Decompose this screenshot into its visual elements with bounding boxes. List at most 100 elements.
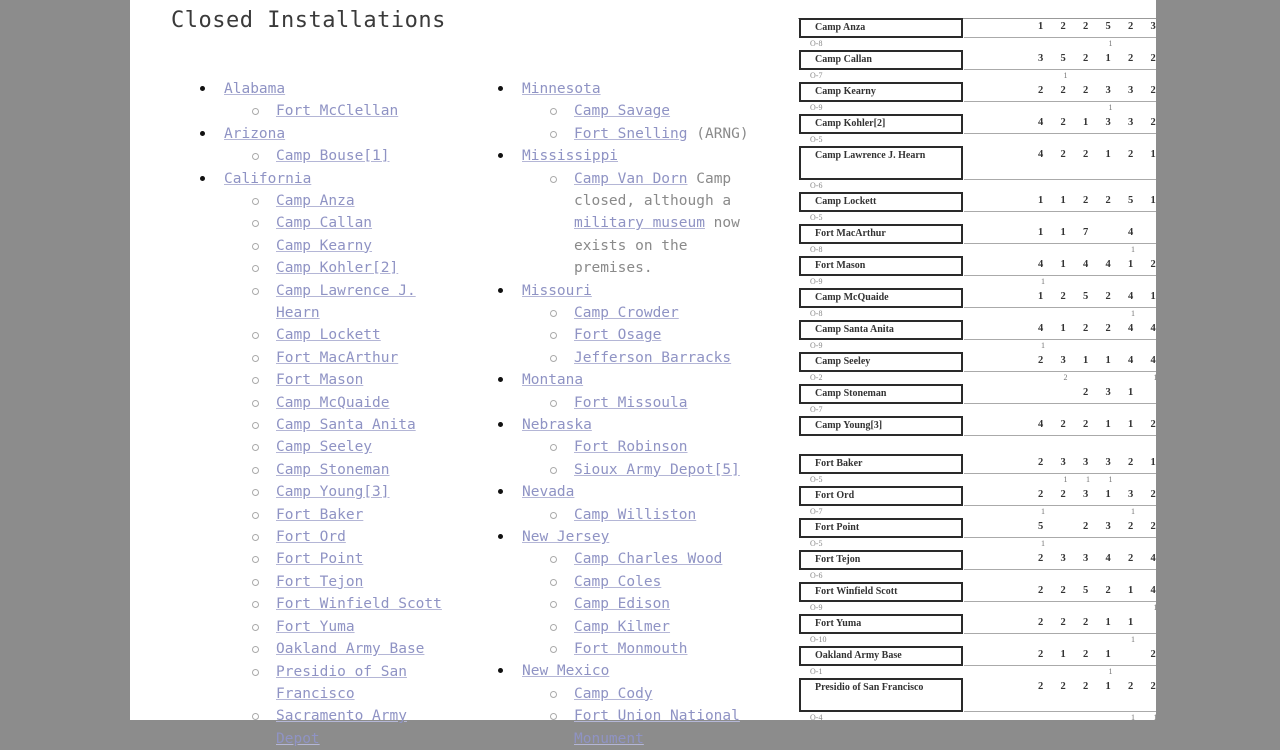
site-list: Camp Cody Fort Union National Monument [522,683,763,750]
site-link[interactable]: Fort Osage [574,327,661,343]
site-link[interactable]: Camp Williston [574,507,696,523]
scan-row-code: O-4 [810,713,823,720]
site-link[interactable]: Oakland Army Base [276,641,424,657]
scan-row-rule [964,601,1156,602]
site-link[interactable]: Jefferson Barracks [574,350,731,366]
site-link[interactable]: Fort Baker [276,507,363,523]
site-link[interactable]: Camp Lockett [276,327,381,343]
museum-link[interactable]: military museum [574,215,705,231]
site-item: Camp Van Dorn Camp closed, although a mi… [550,168,763,280]
state-link[interactable]: New Jersey [522,529,609,545]
scan-row-label: Camp Anza [799,18,963,38]
scan-value: 3 [1038,53,1044,64]
scan-value: 2 [1060,149,1066,160]
site-link[interactable]: Fort Ord [276,529,346,545]
scan-row-rule [964,101,1156,102]
site-link[interactable]: Sacramento Army Depot [276,708,407,746]
state-link[interactable]: Minnesota [522,81,601,97]
site-link[interactable]: Fort Union National Monument [574,708,740,746]
state-link[interactable]: New Mexico [522,663,609,679]
site-list: Camp Charles Wood Camp Coles Camp Edison Ca… [522,548,763,660]
site-link[interactable]: Fort Mason [276,372,363,388]
site-link[interactable]: Camp Charles Wood [574,551,722,567]
site-link[interactable]: Camp Crowder [574,305,679,321]
state-link[interactable]: California [224,171,311,187]
scan-row-label: Camp Callan [799,50,963,70]
site-link[interactable]: Camp Callan [276,215,372,231]
site-item: Oakland Army Base [252,638,446,660]
scan-row-label: Fort Yuma [799,614,963,634]
site-link[interactable]: Camp Kohler[2] [276,260,398,276]
site-link[interactable]: Camp Cody [574,686,653,702]
scan-value: 2 [1083,53,1089,64]
scan-row-label: Camp Stoneman [799,384,963,404]
scan-row-label: Camp Seeley [799,352,963,372]
state-link[interactable]: Nebraska [522,417,592,433]
site-list: Camp Williston [522,504,763,526]
site-link[interactable]: Sioux Army Depot[5] [574,462,740,478]
scan-value: 4 [1105,553,1111,564]
site-link[interactable]: Camp Stoneman [276,462,390,478]
site-link[interactable]: Camp Kearny [276,238,372,254]
scan-row-label: Camp Lockett [799,192,963,212]
site-item: Camp Cody [550,683,763,705]
scan-value: 4 [1105,259,1111,270]
scan-value: 2 [1128,53,1134,64]
site-link[interactable]: Camp McQuaide [276,395,390,411]
scan-row-code: O-5 [810,213,823,222]
state-row: New Mexico [522,660,763,682]
site-link[interactable]: Camp Savage [574,103,670,119]
scan-value: 1 [1105,617,1111,628]
site-link[interactable]: Camp Van Dorn [574,171,688,187]
site-link[interactable]: Camp Lawrence J. Hearn [276,283,416,321]
state-row: Nebraska [522,414,763,436]
site-item: Fort Osage [550,324,763,346]
state-link[interactable]: Nevada [522,484,574,500]
site-link[interactable]: Camp Santa Anita [276,417,416,433]
circle-bullet-icon [252,108,259,116]
site-link[interactable]: Camp Anza [276,193,355,209]
site-link[interactable]: Fort Winfield Scott [276,596,442,612]
circle-bullet-icon [252,220,259,228]
site-link[interactable]: Camp Coles [574,574,661,590]
site-link[interactable]: Camp Kilmer [574,619,670,635]
site-link[interactable]: Fort Snelling [574,126,688,142]
site-link[interactable]: Camp Bouse[1] [276,148,390,164]
site-link[interactable]: Fort MacArthur [276,350,398,366]
state-link[interactable]: Alabama [224,81,285,97]
state-link[interactable]: Mississippi [522,148,618,164]
scan-value: 2 [1038,85,1044,96]
circle-bullet-icon [550,130,557,138]
state-link[interactable]: Missouri [522,283,592,299]
scan-value: 2 [1038,681,1044,692]
site-item: Camp Bouse[1] [252,145,446,167]
circle-bullet-icon [252,511,259,519]
site-item: Camp Lawrence J. Hearn [252,280,446,325]
scan-value: 5 [1060,53,1066,64]
state-link[interactable]: Arizona [224,126,285,142]
site-item: Camp Crowder [550,302,763,324]
site-link[interactable]: Presidio of San Francisco [276,664,407,702]
scan-subvalue: 1 [1041,539,1045,548]
state-link[interactable]: Montana [522,372,583,388]
site-link[interactable]: Fort McClellan [276,103,398,119]
site-link[interactable]: Fort Robinson [574,439,688,455]
site-link[interactable]: Fort Yuma [276,619,355,635]
scan-row: Oakland Army Base 2 1 2 1 2 O-1 1 [798,646,1156,678]
site-link[interactable]: Fort Missoula [574,395,688,411]
site-link[interactable]: Fort Point [276,551,363,567]
site-link[interactable]: Fort Monmouth [574,641,688,657]
site-item: Camp Seeley [252,436,446,458]
site-link[interactable]: Camp Edison [574,596,670,612]
scan-subvalue: 1 [1131,245,1135,254]
site-link[interactable]: Fort Tejon [276,574,363,590]
site-item: Presidio of San Francisco [252,661,446,706]
circle-bullet-icon [550,690,557,698]
site-link[interactable]: Camp Young[3] [276,484,390,500]
scan-value: 2 [1150,649,1156,660]
bullet-icon [498,153,503,159]
scan-value: 2 [1060,21,1066,32]
scan-value: 2 [1150,521,1156,532]
scan-value: 1 [1105,355,1111,366]
site-link[interactable]: Camp Seeley [276,439,372,455]
